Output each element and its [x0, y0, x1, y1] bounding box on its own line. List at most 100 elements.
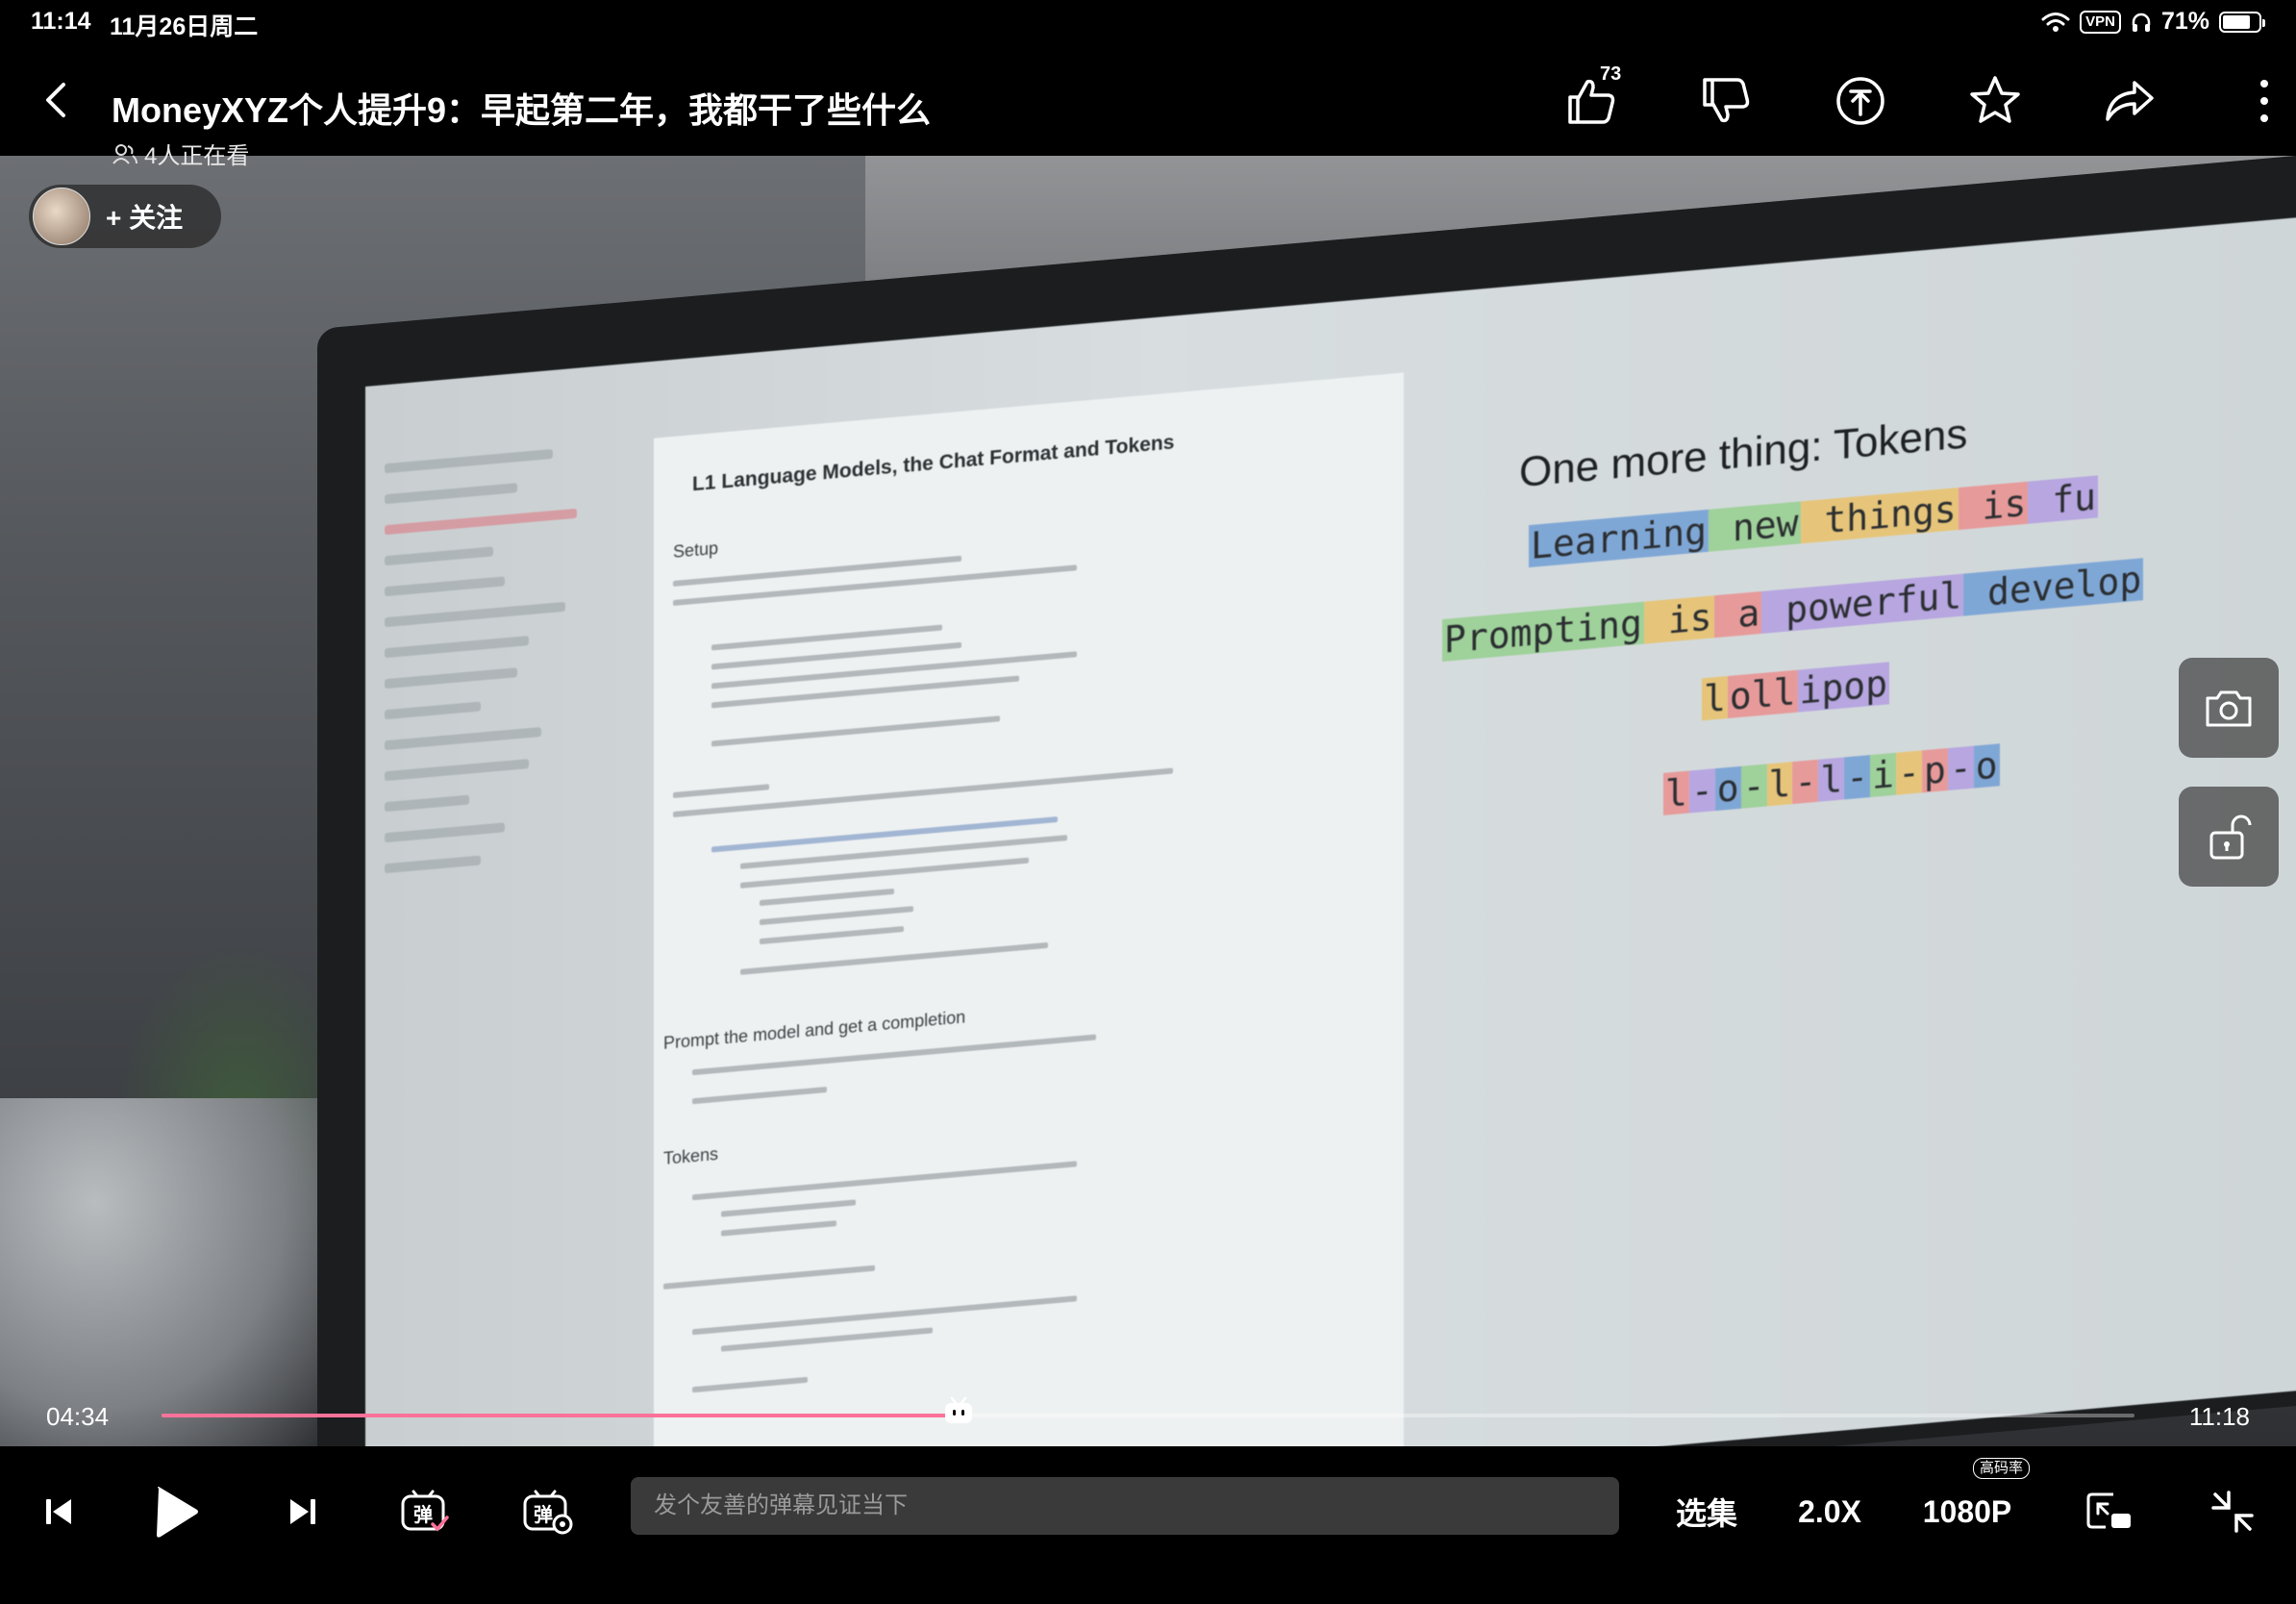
viewer-count-label: 4人正在看 — [144, 143, 250, 169]
progress-played — [162, 1414, 959, 1417]
headphones-icon — [2132, 13, 2151, 32]
svg-text:弹: 弹 — [413, 1503, 433, 1526]
danmaku-input[interactable]: 发个友善的弹幕见证当下 — [631, 1477, 1619, 1535]
token-chip: - — [1688, 768, 1715, 814]
token-chip: o — [1973, 743, 2000, 789]
exit-fullscreen-button[interactable] — [2206, 1483, 2259, 1541]
token-chip: o — [1714, 765, 1741, 812]
lock-screen-button[interactable] — [2179, 787, 2279, 887]
token-chip: - — [1844, 755, 1871, 800]
token-chip: powerful — [1761, 573, 1964, 634]
token-chip: develop — [1963, 558, 2144, 616]
slide-tokens: One more thing: Tokens Learning new thin… — [1442, 254, 2296, 1290]
laptop-screen: L1 Language Models, the Chat Format and … — [365, 213, 2296, 1446]
more-button[interactable] — [2233, 69, 2296, 133]
people-icon — [112, 143, 137, 164]
token-row-1: Learning new things is fu — [1529, 475, 2098, 568]
token-chip: - — [1947, 745, 1974, 791]
notebook-sidebar — [385, 421, 625, 1115]
episodes-button[interactable]: 选集 — [1673, 1483, 1740, 1541]
quality-label: 1080P — [1922, 1493, 2012, 1529]
token-chip: oll — [1727, 669, 1798, 719]
token-row-4: l-o-l-l-i-p-o — [1663, 743, 2000, 815]
coin-icon — [1836, 77, 1884, 125]
battery-icon — [2219, 11, 2265, 33]
mini-window-button[interactable] — [2083, 1483, 2136, 1541]
back-button[interactable] — [35, 77, 81, 123]
status-date: 11月26日周二 — [110, 13, 259, 40]
token-chip: a — [1713, 590, 1762, 639]
camera-icon — [2206, 690, 2252, 727]
like-count: 73 — [1600, 63, 1622, 85]
video-title: MoneyXYZ个人提升9：早起第二年，我都干了些什么 — [112, 90, 932, 130]
viewer-count: 4人正在看 — [112, 137, 249, 170]
status-indicators: VPN 71% — [2041, 8, 2265, 36]
player-header: MoneyXYZ个人提升9：早起第二年，我都干了些什么 73 — [0, 48, 2296, 156]
skip-previous-icon — [46, 1499, 71, 1524]
quality-button[interactable]: 1080P — [1919, 1483, 2015, 1541]
token-chip: - — [1792, 759, 1819, 805]
danmaku-settings-icon: 弹 — [523, 1490, 573, 1535]
danmaku-settings-button[interactable]: 弹 — [521, 1483, 575, 1541]
screenshot-button[interactable] — [2179, 658, 2279, 758]
token-row-3: l oll ipop — [1702, 662, 1890, 721]
token-chip: l — [1663, 770, 1689, 815]
video-tissue — [0, 1098, 317, 1446]
current-time: 04:34 — [46, 1402, 110, 1431]
like-button[interactable]: 73 — [1560, 63, 1623, 133]
total-time: 11:18 — [2188, 1402, 2250, 1431]
follow-button[interactable]: + 关注 — [29, 185, 221, 248]
notebook-setup: Setup — [673, 538, 719, 563]
token-chip: - — [1896, 750, 1922, 795]
vpn-badge: VPN — [2080, 10, 2121, 34]
play-button[interactable] — [148, 1483, 206, 1541]
follow-label: + 关注 — [106, 203, 184, 233]
speed-button[interactable]: 2.0X — [1794, 1483, 1865, 1541]
notebook-page: L1 Language Models, the Chat Format and … — [654, 372, 1404, 1446]
star-icon — [1970, 76, 2020, 123]
exit-fullscreen-icon — [2211, 1491, 2254, 1533]
notebook-prompt-section: Prompt the model and get a completion — [663, 1007, 966, 1053]
token-chip: Learning — [1529, 509, 1710, 568]
more-vertical-icon — [2260, 80, 2268, 122]
status-time: 11:14 — [31, 8, 91, 35]
uploader-avatar[interactable] — [33, 188, 90, 245]
token-chip: fu — [2028, 475, 2098, 524]
coin-button[interactable] — [1829, 69, 1892, 133]
status-bar: 11:14 11月26日周二 VPN 71% — [0, 0, 2296, 48]
dislike-button[interactable] — [1694, 69, 1758, 133]
video-frame[interactable]: L1 Language Models, the Chat Format and … — [0, 156, 2296, 1446]
player-controls: 弹 弹 发个友善的弹幕见证当下 选集 2.0X 1080P 高码率 — [0, 1446, 2296, 1604]
chevron-left-icon — [46, 83, 65, 117]
tv-icon — [945, 1396, 972, 1423]
quality-badge: 高码率 — [1973, 1458, 2031, 1479]
share-button[interactable] — [2098, 69, 2161, 133]
share-icon — [2106, 81, 2154, 121]
notebook-heading: L1 Language Models, the Chat Format and … — [692, 431, 1175, 496]
token-chip: things — [1800, 488, 1959, 544]
token-chip: ipop — [1797, 662, 1890, 713]
token-chip: l — [1818, 757, 1845, 802]
notebook-tokens-section: Tokens — [663, 1143, 719, 1168]
token-row-2: Prompting is a powerful develop — [1442, 558, 2144, 663]
battery-percent: 71% — [2160, 8, 2209, 35]
play-icon — [157, 1487, 198, 1538]
token-chip: l — [1702, 676, 1728, 721]
token-chip: i — [1870, 752, 1897, 798]
next-button[interactable] — [279, 1483, 327, 1541]
previous-button[interactable] — [35, 1483, 83, 1541]
progress-handle[interactable] — [943, 1396, 974, 1425]
danmaku-toggle-button[interactable]: 弹 — [398, 1483, 452, 1541]
wifi-icon — [2041, 12, 2070, 32]
token-chip: new — [1709, 501, 1801, 552]
skip-next-icon — [290, 1499, 315, 1524]
token-chip: is — [1643, 595, 1714, 644]
token-chip: p — [1921, 748, 1948, 793]
token-chip: l — [1766, 762, 1793, 807]
progress-bar[interactable] — [162, 1414, 2134, 1417]
token-chip: - — [1740, 764, 1767, 809]
favorite-button[interactable] — [1963, 69, 2027, 133]
token-chip: is — [1958, 481, 2029, 531]
svg-text:弹: 弹 — [534, 1503, 553, 1526]
danmaku-on-icon: 弹 — [401, 1490, 449, 1532]
